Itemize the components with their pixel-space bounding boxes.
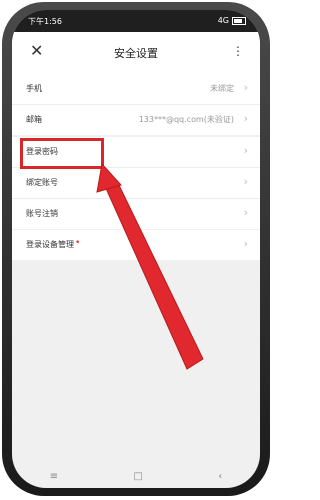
page-header: ✕ 安全设置 ⋮ [12,32,260,75]
chevron-right-icon: › [243,144,248,157]
chevron-right-icon: › [243,81,248,94]
row-account-cancel[interactable]: 账号注销 › [12,199,260,229]
row-device-management[interactable]: 登录设备管理• › [12,230,260,260]
contact-group: 手机 未绑定 › 邮箱 133***@qq.com(未验证) › [12,74,260,135]
status-bar: 下午1:56 4G [12,10,260,32]
row-email[interactable]: 邮箱 133***@qq.com(未验证) › [12,105,260,135]
row-label: 绑定账号 [26,178,58,187]
row-label: 登录设备管理• [26,238,81,250]
back-icon[interactable]: ‹ [218,471,222,482]
home-icon[interactable]: □ [133,471,142,482]
chevron-right-icon: › [243,237,248,250]
menu-icon[interactable]: ≡ [50,471,58,482]
more-options-icon[interactable]: ⋮ [232,44,244,58]
system-nav-bar: ≡ □ ‹ [12,465,260,487]
row-label-text: 登录设备管理 [26,240,74,249]
network-label: 4G [217,16,229,25]
highlight-box [20,138,104,169]
row-value: 133***@qq.com(未验证) [138,115,234,124]
row-label: 邮箱 [26,115,42,124]
app-screen: 下午1:56 4G ✕ 安全设置 ⋮ 手机 未绑定 › 邮箱 133***@qq… [12,10,260,488]
battery-icon [232,16,246,25]
row-label: 手机 [26,84,42,93]
page-title: 安全设置 [114,47,158,60]
notification-dot-icon: • [75,238,81,248]
status-time: 下午1:56 [28,17,62,26]
row-label: 账号注销 [26,209,58,218]
status-icons: 4G [218,16,246,25]
row-value: 未绑定 [210,84,234,93]
phone-mockup: 下午1:56 4G ✕ 安全设置 ⋮ 手机 未绑定 › 邮箱 133***@qq… [0,0,274,500]
chevron-right-icon: › [243,175,248,188]
device-group: 登录设备管理• › [12,230,260,260]
chevron-right-icon: › [243,112,248,125]
chevron-right-icon: › [243,206,248,219]
row-phone[interactable]: 手机 未绑定 › [12,74,260,105]
row-bind-account[interactable]: 绑定账号 › [12,168,260,199]
